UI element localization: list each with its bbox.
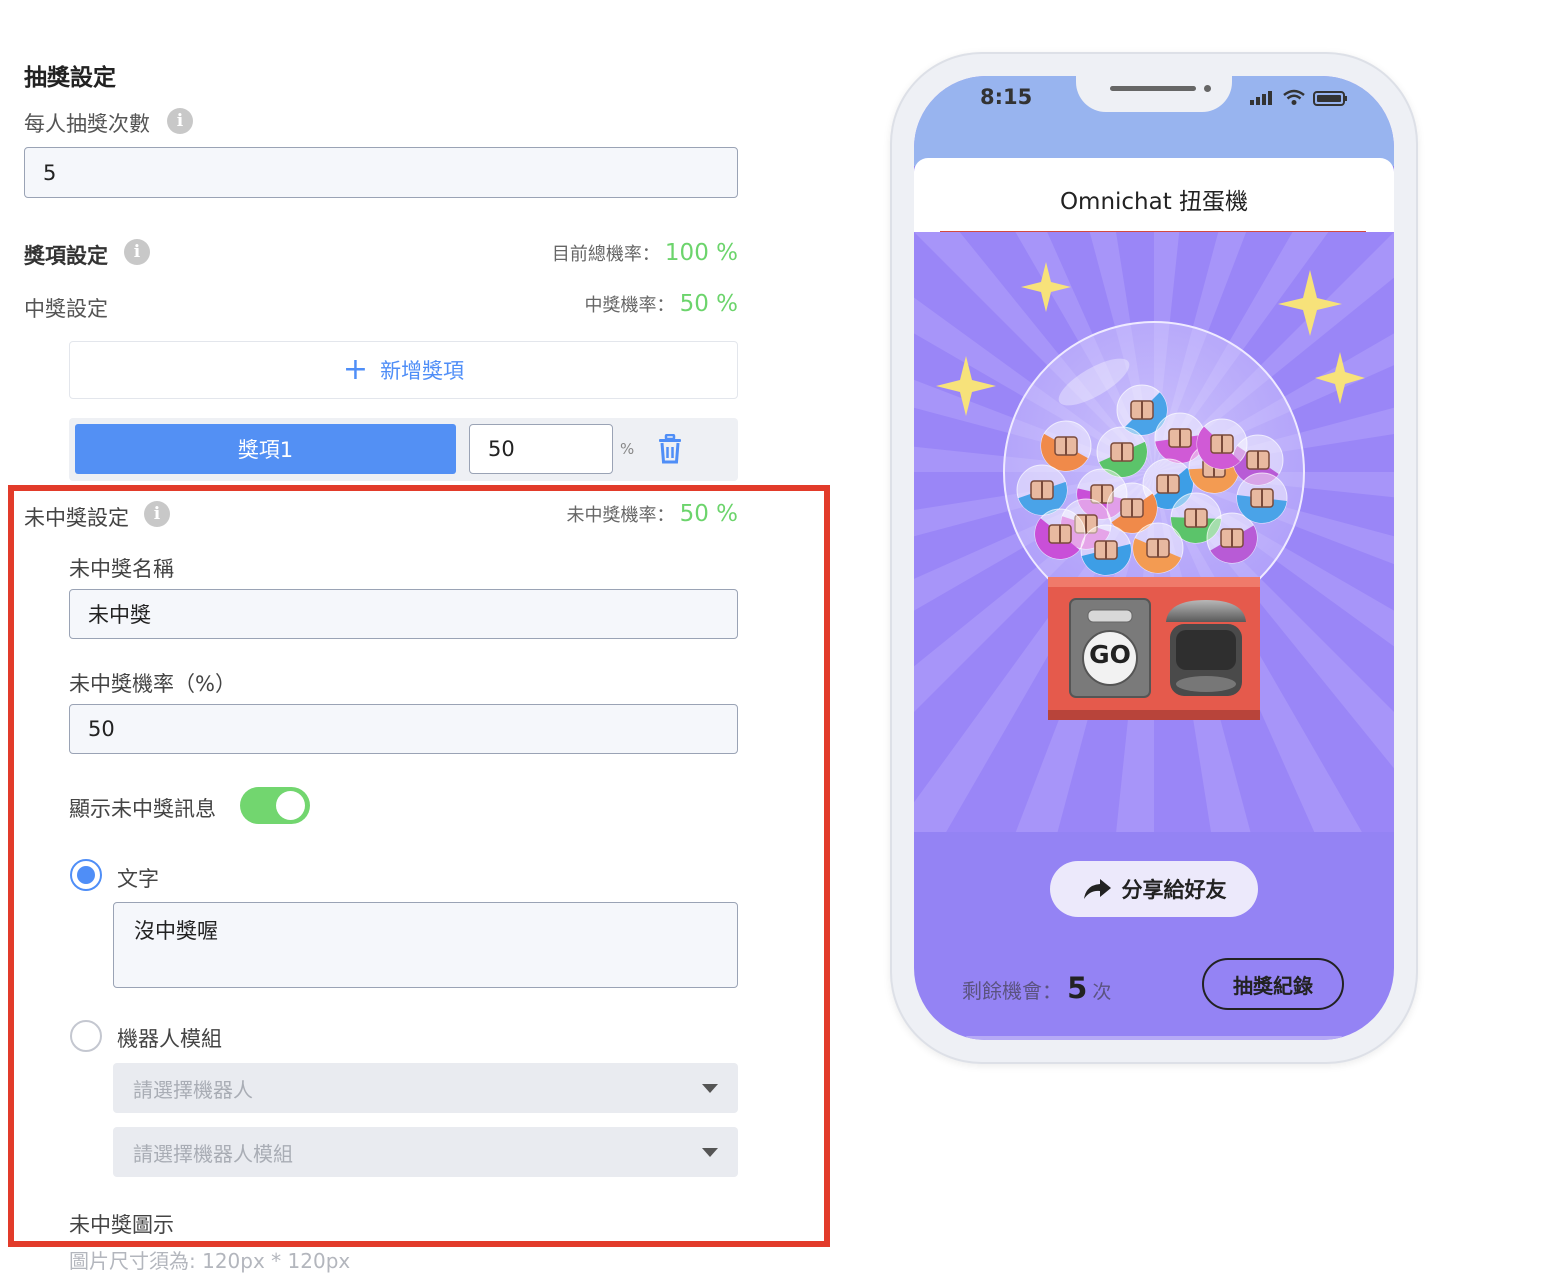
- show-msg-toggle[interactable]: [240, 787, 310, 824]
- radio-text-label: 文字: [117, 867, 159, 891]
- share-icon: [1083, 879, 1111, 899]
- lose-rate: 未中獎機率： 50 %: [566, 501, 738, 527]
- lose-message-textarea[interactable]: 沒中獎喔: [113, 902, 738, 988]
- battery-icon: [1313, 91, 1347, 106]
- chevron-down-icon: [702, 1148, 718, 1157]
- bot-select-placeholder: 請選擇機器人: [133, 1077, 253, 1102]
- page-title: 抽獎設定: [24, 65, 116, 91]
- total-rate-label: 目前總機率：: [551, 244, 660, 265]
- toggle-knob: [276, 791, 305, 820]
- share-button[interactable]: 分享給好友: [1050, 861, 1258, 917]
- lose-name-input[interactable]: 未中獎: [69, 589, 738, 639]
- info-icon[interactable]: i: [144, 501, 170, 527]
- add-prize-label: 新增獎項: [380, 359, 465, 383]
- bot-module-select[interactable]: 請選擇機器人模組: [113, 1127, 738, 1177]
- plus-icon: +: [342, 352, 369, 387]
- draws-input[interactable]: 5: [24, 147, 738, 198]
- radio-text-option[interactable]: [70, 859, 102, 891]
- lose-prob-value: 50: [88, 717, 115, 741]
- status-icons: [1250, 89, 1347, 106]
- lose-name-value: 未中獎: [88, 603, 151, 627]
- win-settings-label: 中獎設定: [24, 297, 108, 321]
- bot-module-select-placeholder: 請選擇機器人模組: [133, 1141, 293, 1166]
- prize-name-button[interactable]: 獎項1: [75, 424, 456, 474]
- lose-rate-label: 未中獎機率：: [566, 505, 675, 526]
- lose-icon-label: 未中獎圖示: [69, 1213, 174, 1237]
- total-rate: 目前總機率： 100 %: [552, 240, 738, 266]
- prize-rate-value: 50: [488, 437, 515, 461]
- lose-prob-label: 未中獎機率（%）: [69, 672, 236, 696]
- win-rate-value: 50 %: [679, 291, 738, 317]
- lose-message-value: 沒中獎喔: [134, 919, 218, 943]
- total-rate-value: 100 %: [664, 240, 738, 266]
- share-label: 分享給好友: [1121, 878, 1227, 902]
- bot-select[interactable]: 請選擇機器人: [113, 1063, 738, 1113]
- status-time: 8:15: [980, 85, 1033, 109]
- phone-screen: 8:15 Omnichat 扭蛋機 GO 分享給好友 剩餘機會： 5 次 抽獎紀…: [914, 76, 1394, 1040]
- signal-icon: [1250, 91, 1272, 105]
- show-msg-label: 顯示未中獎訊息: [69, 797, 216, 821]
- draws-label: 每人抽獎次數: [24, 112, 150, 136]
- chevron-down-icon: [702, 1084, 718, 1093]
- app-title: Omnichat 扭蛋機: [1059, 189, 1249, 215]
- remaining-chances: 剩餘機會： 5 次: [962, 971, 1111, 1005]
- gashapon-scene: [914, 232, 1394, 832]
- add-prize-button[interactable]: + 新增獎項: [69, 341, 738, 399]
- remaining-label: 剩餘機會：: [962, 979, 1062, 1003]
- prize-rate-input[interactable]: 50: [469, 424, 613, 474]
- home-indicator: [964, 1036, 1344, 1040]
- lose-icon-hint: 圖片尺寸須為: 120px * 120px: [69, 1249, 351, 1273]
- camera: [1204, 85, 1211, 92]
- radio-bot-label: 機器人模組: [117, 1027, 222, 1051]
- win-rate: 中獎機率： 50 %: [584, 291, 738, 317]
- percent-unit: %: [620, 440, 635, 458]
- lose-name-label: 未中獎名稱: [69, 557, 174, 581]
- draws-value: 5: [43, 160, 57, 185]
- prize-settings-label: 獎項設定: [24, 244, 108, 268]
- info-icon[interactable]: i: [167, 108, 193, 134]
- radio-bot-option[interactable]: [70, 1020, 102, 1052]
- lose-section-label: 未中獎設定: [24, 506, 129, 530]
- wifi-icon: [1283, 89, 1305, 100]
- remaining-unit: 次: [1092, 981, 1112, 1003]
- prize-row: 獎項1 50 %: [69, 418, 738, 481]
- win-rate-label: 中獎機率：: [584, 295, 675, 316]
- trash-icon[interactable]: [657, 434, 683, 464]
- phone-notch: [1076, 76, 1232, 112]
- go-label[interactable]: GO: [1070, 640, 1150, 669]
- history-button[interactable]: 抽獎紀錄: [1202, 958, 1344, 1010]
- remaining-value: 5: [1067, 971, 1088, 1005]
- lose-rate-value: 50 %: [679, 501, 738, 527]
- speaker: [1110, 86, 1196, 91]
- info-icon[interactable]: i: [124, 239, 150, 265]
- lose-prob-input[interactable]: 50: [69, 704, 738, 754]
